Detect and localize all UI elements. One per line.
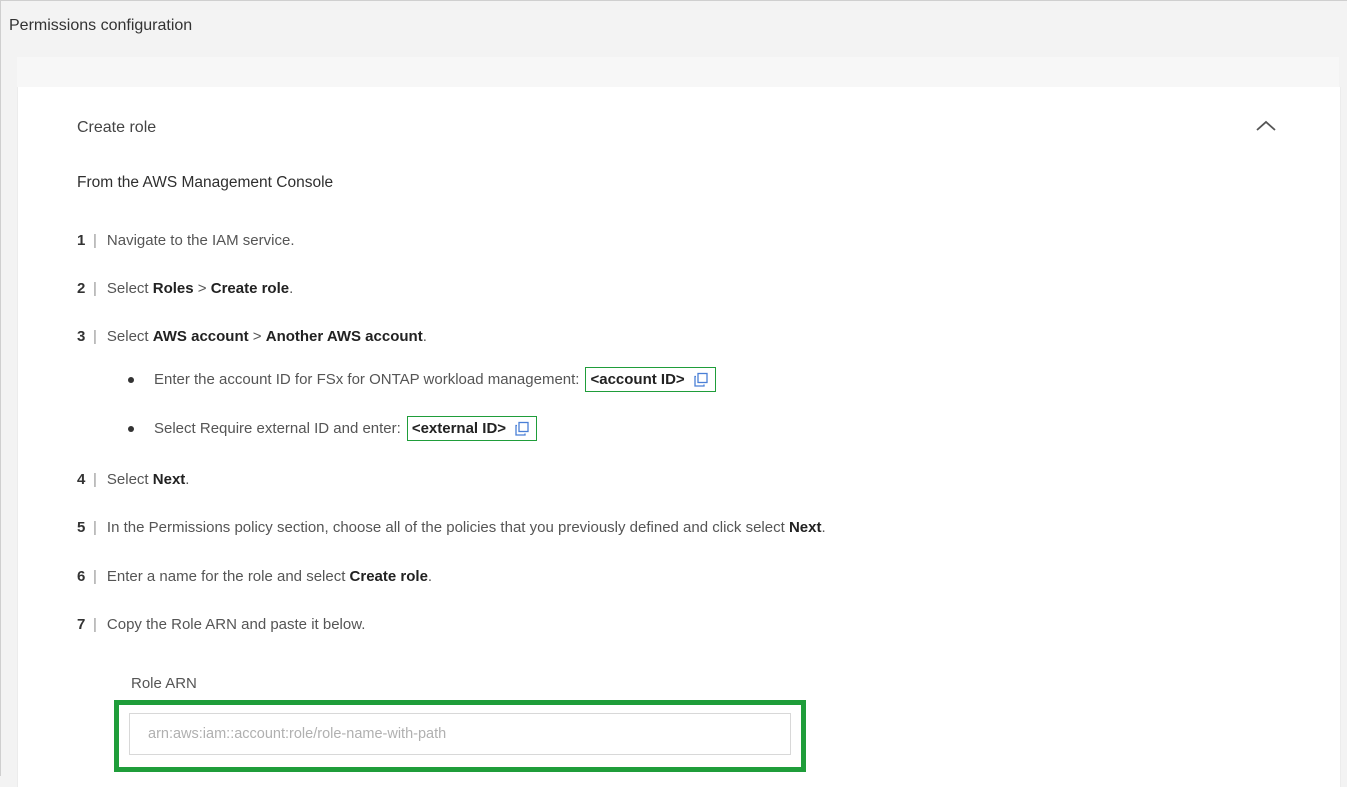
accordion-title: Create role [77, 119, 157, 136]
copy-account-id-button[interactable]: <account ID> [585, 367, 716, 392]
copy-icon [694, 372, 708, 387]
step-number: 2 [77, 280, 86, 297]
permissions-configuration-section: Permissions configuration Create role Fr… [0, 0, 1347, 787]
step-bold: AWS account [152, 328, 249, 345]
step-text: Enter a name for the role and select [106, 568, 350, 585]
copy-external-id-button[interactable]: <external ID> [406, 416, 538, 441]
step-number: 3 [77, 328, 86, 345]
step-number: 1 [77, 232, 86, 249]
step-text: . [427, 568, 433, 585]
step-text: > [193, 280, 211, 297]
copy-icon [515, 421, 529, 436]
step-number: 4 [77, 471, 86, 488]
step-text: Select [106, 328, 153, 345]
step-number: 6 [77, 568, 86, 585]
step-7: 7 | Copy the Role ARN and paste it below. [77, 616, 366, 633]
chevron-up-icon[interactable] [1254, 117, 1278, 133]
step-text: . [821, 519, 826, 536]
external-id-value: <external ID> [411, 420, 507, 437]
bullet-dot [128, 425, 134, 432]
step-text: Select [106, 280, 153, 297]
step-1: 1 | Navigate to the IAM service. [77, 232, 295, 249]
panel-top-strip [17, 57, 1339, 87]
create-role-panel: Create role From the AWS Management Cons… [17, 87, 1341, 787]
step-bold: Next [788, 519, 822, 536]
step-text: > [248, 328, 266, 345]
step-text: Copy the Role ARN and paste it below. [106, 616, 366, 633]
step-bold: Create role [349, 568, 428, 585]
role-arn-input[interactable] [129, 713, 791, 755]
step-text: . [185, 471, 190, 488]
account-id-value: <account ID> [590, 371, 685, 388]
step-number: 7 [77, 616, 86, 633]
bullet-text: Enter the account ID for FSx for ONTAP w… [154, 371, 580, 388]
step-3: 3 | Select AWS account > Another AWS accou… [77, 328, 427, 345]
step-bold: Roles [152, 280, 194, 297]
step-text: Navigate to the IAM service. [106, 232, 295, 249]
role-arn-label: Role ARN [131, 675, 197, 692]
bullet-dot [128, 376, 134, 383]
bullet-external-id: Select Require external ID and enter: <e… [128, 416, 538, 441]
step-text: . [422, 328, 427, 345]
step-text: Select [106, 471, 153, 488]
step-number: 5 [77, 519, 86, 536]
bullet-account-id: Enter the account ID for FSx for ONTAP w… [128, 367, 716, 392]
step-bold: Create role [210, 280, 290, 297]
role-arn-highlight [114, 700, 806, 772]
bullet-text: Select Require external ID and enter: [154, 420, 401, 437]
step-text: . [289, 280, 294, 297]
section-title: Permissions configuration [9, 17, 193, 34]
step-bold: Another AWS account [265, 328, 423, 345]
step-text: In the Permissions policy section, choos… [106, 519, 789, 536]
step-6: 6 | Enter a name for the role and select C… [77, 568, 433, 585]
step-4: 4 | Select Next. [77, 471, 190, 488]
step-2: 2 | Select Roles > Create role. [77, 280, 294, 297]
console-subheading: From the AWS Management Console [77, 174, 334, 191]
step-5: 5 | In the Permissions policy section, cho… [77, 519, 826, 536]
step-bold: Next [152, 471, 186, 488]
